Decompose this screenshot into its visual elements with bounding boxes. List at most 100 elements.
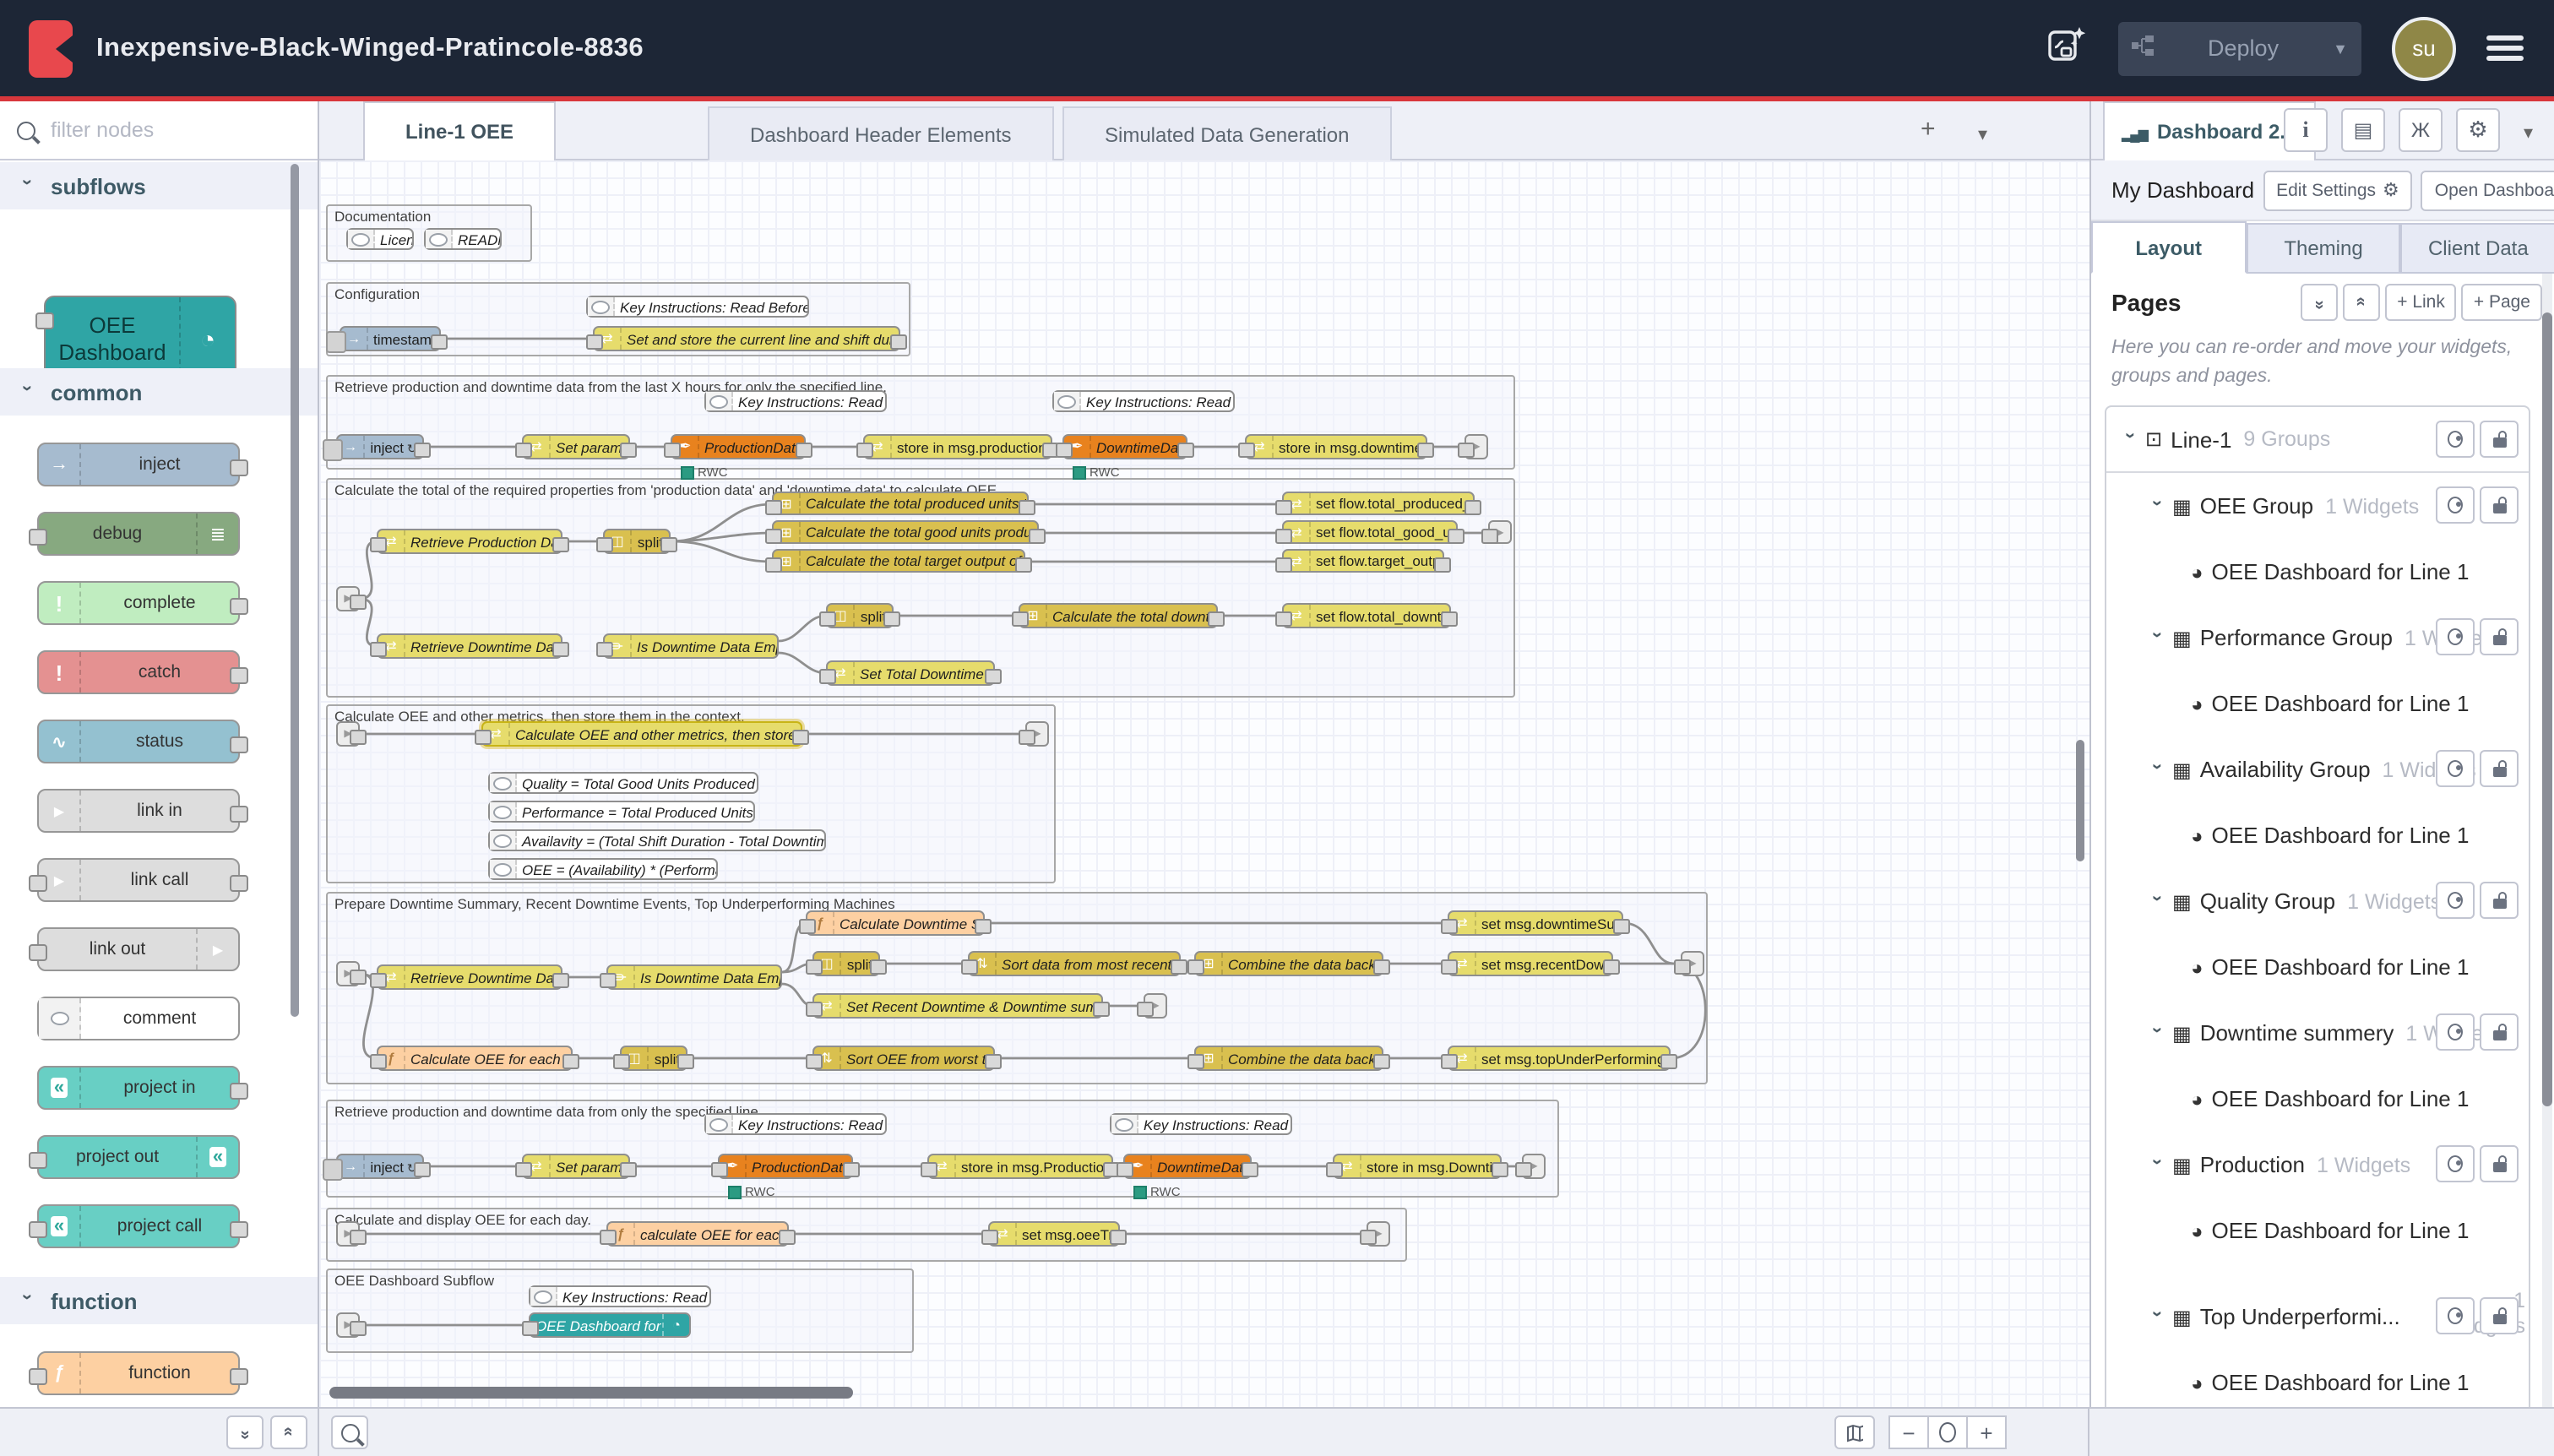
node-link-out[interactable]: [1488, 520, 1512, 544]
visibility-eye-button[interactable]: [2436, 750, 2475, 787]
node-link-out[interactable]: [1522, 1154, 1546, 1179]
node-split[interactable]: split: [826, 603, 894, 628]
node-link-out[interactable]: [1025, 721, 1049, 747]
tree-widget[interactable]: ◕OEE Dashboard for Line 1: [2106, 1066, 2529, 1132]
flow-list-caret[interactable]: [1978, 118, 1987, 149]
lock-button[interactable]: [2480, 882, 2519, 919]
comment-key-instructions[interactable]: Key Instructions: Read Before Proceeding: [704, 390, 887, 412]
palette-node-project-call[interactable]: project call: [37, 1204, 240, 1248]
node-link-in[interactable]: [336, 1221, 360, 1247]
comment-quality-formula[interactable]: Quality = Total Good Units Produced / To…: [488, 772, 758, 794]
node-link-out[interactable]: [1681, 951, 1704, 976]
node-db-downtimedata-2[interactable]: DowntimeData: [1123, 1154, 1252, 1179]
palette-scrollbar[interactable]: [291, 164, 299, 1017]
debug-bug-button[interactable]: Ж: [2399, 108, 2443, 152]
comment-performance-formula[interactable]: Performance = Total Produced Units / Tot…: [488, 801, 755, 823]
group-retrieve-specified-line[interactable]: Retrieve production and downtime data fr…: [326, 1100, 1559, 1198]
navigator-map-button[interactable]: [1834, 1415, 1875, 1449]
tree-widget[interactable]: ◕OEE Dashboard for Line 1: [2106, 539, 2529, 605]
zoom-in-button[interactable]: +: [1966, 1415, 2007, 1449]
lock-button[interactable]: [2480, 421, 2519, 458]
node-sort-oee[interactable]: Sort OEE from worst to best: [812, 1046, 995, 1071]
node-change-set-params-2[interactable]: Set params: [522, 1154, 630, 1179]
chevron-down-icon[interactable]: ›: [2147, 631, 2167, 644]
node-change-set-shift[interactable]: Set and store the current line and shift…: [593, 326, 900, 351]
comment-key-instructions[interactable]: Key Instructions: Read Before Proceeding: [1052, 390, 1235, 412]
node-inject-timestamp[interactable]: timestamp: [340, 326, 441, 351]
visibility-eye-button[interactable]: [2436, 618, 2475, 655]
palette-node-project-in[interactable]: project in: [37, 1066, 240, 1110]
tree-group-performance[interactable]: ›▦ Performance Group1 Widgets: [2106, 605, 2529, 671]
palette-node-complete[interactable]: complete: [37, 581, 240, 625]
group-oee-each-day[interactable]: Calculate and display OEE for each day.: [326, 1208, 1407, 1262]
chevron-down-icon[interactable]: ›: [2120, 432, 2140, 446]
node-change-retrieve-downtime-2[interactable]: Retrieve Downtime Data: [377, 964, 562, 990]
zoom-reset-button[interactable]: [1927, 1415, 1968, 1449]
node-link-out[interactable]: [1144, 993, 1167, 1019]
node-inject[interactable]: inject: [336, 1154, 424, 1179]
node-split[interactable]: split: [812, 951, 880, 976]
tree-group-oee[interactable]: ›▦ OEE Group1 Widgets: [2106, 473, 2529, 539]
tab-line-1-oee[interactable]: Line-1 OEE: [363, 101, 556, 160]
edit-settings-button[interactable]: Edit Settings: [2263, 170, 2413, 210]
tree-group-production[interactable]: ›▦ Production1 Widgets: [2106, 1132, 2529, 1198]
node-change-retrieve-production[interactable]: Retrieve Production Data: [377, 529, 562, 554]
comment-key-instructions[interactable]: Key Instructions: Read Before Proceeding: [586, 296, 809, 318]
node-link-out[interactable]: [1367, 1221, 1390, 1247]
visibility-eye-button[interactable]: [2436, 882, 2475, 919]
node-split[interactable]: split: [620, 1046, 687, 1071]
tree-group-top-underperforming[interactable]: ›▦ Top Underperformi... 1 Widgets: [2106, 1284, 2529, 1350]
tree-group-downtime-summery[interactable]: ›▦ Downtime summery1 Widgets: [2106, 1000, 2529, 1066]
palette-expand-all-button[interactable]: »: [270, 1415, 307, 1449]
node-change-oee-trend[interactable]: set msg.oeeTrend: [988, 1221, 1120, 1247]
comment-key-instructions[interactable]: Key Instructions: Read Before Proceeding: [529, 1285, 711, 1307]
node-change-total-good[interactable]: set flow.total_good_units: [1282, 520, 1458, 544]
tree-page-line-1[interactable]: › ⊡ Line-1 9 Groups: [2106, 407, 2529, 473]
canvas-vertical-scrollbar[interactable]: [2076, 740, 2084, 861]
chevron-down-icon[interactable]: ›: [2147, 894, 2167, 908]
node-join-target-output[interactable]: Calculate the total target output of tod…: [772, 549, 1025, 573]
tab-theming[interactable]: Theming: [2246, 223, 2400, 272]
node-change-total-produced[interactable]: set flow.total_produced_units: [1282, 492, 1475, 515]
node-inject[interactable]: inject: [336, 434, 424, 459]
lock-button[interactable]: [2480, 1013, 2519, 1051]
node-change-top-underperforming[interactable]: set msg.topUnderPerformingMachines: [1448, 1046, 1671, 1071]
lock-button[interactable]: [2480, 486, 2519, 524]
node-db-productiondata[interactable]: ProductionData: [671, 434, 806, 459]
info-button[interactable]: i: [2284, 108, 2328, 152]
node-change-store-downtime[interactable]: store in msg.downtime_data: [1245, 434, 1427, 459]
tab-simulated-data-generation[interactable]: Simulated Data Generation: [1062, 106, 1392, 160]
inject-button[interactable]: [323, 438, 343, 460]
node-function-oee-each-machine[interactable]: Calculate OEE for each machine: [377, 1046, 573, 1071]
node-change-store-production[interactable]: store in msg.production_data: [863, 434, 1052, 459]
main-menu-icon[interactable]: [2486, 35, 2524, 62]
node-change-calculate-oee-selected[interactable]: Calculate OEE and other metrics, then st…: [481, 721, 802, 747]
palette-node-project-out[interactable]: project out: [37, 1135, 240, 1179]
palette-collapse-all-button[interactable]: »: [226, 1415, 264, 1449]
palette-section-common[interactable]: › common: [0, 368, 319, 416]
node-switch-downtime-empty-2[interactable]: Is Downtime Data Empty?: [606, 964, 782, 990]
node-change-target-output[interactable]: set flow.target_output: [1282, 549, 1444, 573]
comment-key-instructions[interactable]: Key Instructions: Read Before Proceeding: [704, 1113, 887, 1135]
expand-all-button[interactable]: »: [2343, 284, 2380, 321]
palette-node-status[interactable]: status: [37, 720, 240, 763]
chevron-down-icon[interactable]: ›: [2147, 499, 2167, 513]
node-db-downtimedata[interactable]: DowntimeData: [1062, 434, 1187, 459]
tree-widget[interactable]: ◕OEE Dashboard for Line 1: [2106, 802, 2529, 868]
node-join-combine-2[interactable]: Combine the data back into an array.: [1194, 1046, 1383, 1071]
palette-node-link-in[interactable]: link in: [37, 789, 240, 833]
tree-group-availability[interactable]: ›▦ Availability Group1 Widgets: [2106, 736, 2529, 802]
visibility-eye-button[interactable]: [2436, 1297, 2475, 1334]
node-change-set-recent-empty[interactable]: Set Recent Downtime & Downtime summery t…: [812, 993, 1103, 1019]
lock-button[interactable]: [2480, 1145, 2519, 1182]
palette-section-subflows[interactable]: › subflows: [0, 162, 319, 209]
node-change-recent-downtime[interactable]: set msg.recentDowntime: [1448, 951, 1613, 976]
tree-widget[interactable]: ◕OEE Dashboard for Line 1: [2106, 671, 2529, 736]
add-link-button[interactable]: + Link: [2385, 284, 2457, 321]
lock-button[interactable]: [2480, 1297, 2519, 1334]
comment-readme[interactable]: README: [424, 228, 502, 250]
palette-node-inject[interactable]: inject: [37, 443, 240, 486]
node-change-downtime-summery[interactable]: set msg.downtimeSummery: [1448, 910, 1623, 936]
node-split[interactable]: split: [603, 529, 671, 554]
tree-group-quality[interactable]: ›▦ Quality Group1 Widgets: [2106, 868, 2529, 934]
